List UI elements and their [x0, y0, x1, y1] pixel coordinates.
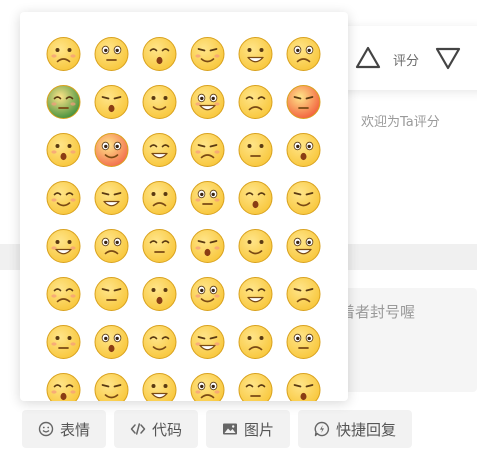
emoji-crying-hard[interactable] — [45, 179, 82, 216]
rating-label: 评分 — [393, 54, 420, 69]
emoji-button-label: 表情 — [59, 420, 90, 439]
emoji-worried[interactable] — [141, 275, 178, 312]
code-icon — [130, 423, 146, 435]
emoji-surprised[interactable] — [93, 35, 130, 72]
emoji-headband[interactable] — [45, 131, 82, 168]
emoji-peek[interactable] — [45, 371, 82, 401]
emoji-scared[interactable] — [93, 275, 130, 312]
emoji-shy[interactable] — [189, 83, 226, 120]
quick-reply-button[interactable]: 快捷回复 — [298, 410, 412, 448]
emoji-button[interactable]: 表情 — [22, 410, 106, 448]
emoji-doubt[interactable] — [45, 35, 82, 72]
emoji-dizzy[interactable] — [285, 179, 322, 216]
emoji-smile[interactable] — [189, 179, 226, 216]
emoji-bleeding[interactable] — [285, 371, 322, 401]
emoji-point[interactable] — [237, 179, 274, 216]
image-button[interactable]: 图片 — [206, 410, 290, 448]
emoji-shush[interactable] — [189, 227, 226, 264]
emoji-sad[interactable] — [45, 275, 82, 312]
emoji-soldier[interactable] — [45, 83, 82, 120]
emoji-heart-eyes[interactable] — [285, 323, 322, 360]
emoji-hidden[interactable] — [189, 371, 226, 401]
rate-down-icon[interactable] — [434, 44, 462, 72]
emoji-stare[interactable] — [237, 275, 274, 312]
emoji-upset[interactable] — [285, 275, 322, 312]
emoji-frustrated[interactable] — [141, 179, 178, 216]
emoji-cover-mouth[interactable] — [189, 35, 226, 72]
emoji-snot[interactable] — [237, 323, 274, 360]
rate-up-icon[interactable] — [354, 44, 382, 72]
emoji-laugh-cry[interactable] — [285, 227, 322, 264]
emoji-squint[interactable] — [237, 131, 274, 168]
emoji-sunglasses[interactable] — [141, 83, 178, 120]
emoji-furious[interactable] — [285, 83, 322, 120]
emoji-tongue[interactable] — [189, 323, 226, 360]
emoji-helpless[interactable] — [93, 323, 130, 360]
image-icon — [222, 423, 237, 435]
emoji-wink[interactable] — [141, 371, 178, 401]
emoji-smirk[interactable] — [141, 227, 178, 264]
emoji-think[interactable] — [45, 323, 82, 360]
emoji-panic[interactable] — [93, 371, 130, 401]
emoji-sly[interactable] — [237, 227, 274, 264]
emoji-panel — [20, 12, 348, 401]
emoji-pondering[interactable] — [237, 371, 274, 401]
emoji-pray[interactable] — [141, 131, 178, 168]
emoji-blush[interactable] — [285, 131, 322, 168]
quick-reply-icon — [314, 421, 330, 437]
emoji-pout[interactable] — [45, 227, 82, 264]
image-button-label: 图片 — [243, 420, 274, 439]
emoji-angry-hug[interactable] — [141, 35, 178, 72]
emoji-giggle[interactable] — [141, 323, 178, 360]
emoji-cheer[interactable] — [189, 275, 226, 312]
emoji-red-sweat[interactable] — [93, 131, 130, 168]
emoji-grin[interactable] — [285, 35, 322, 72]
quick-reply-button-label: 快捷回复 — [335, 420, 396, 439]
emoji-teeth[interactable] — [93, 179, 130, 216]
code-button-label: 代码 — [151, 420, 182, 439]
smile-icon — [38, 421, 54, 437]
comment-placeholder: 着者封号喔 — [340, 303, 416, 321]
code-button[interactable]: 代码 — [114, 410, 198, 448]
rating-hint: 欢迎为Ta评分 — [361, 115, 440, 130]
emoji-cry[interactable] — [93, 83, 130, 120]
emoji-big-eyes[interactable] — [189, 131, 226, 168]
emoji-shocked[interactable] — [237, 83, 274, 120]
emoji-confused[interactable] — [93, 227, 130, 264]
emoji-grid — [45, 35, 322, 401]
emoji-sweat[interactable] — [237, 35, 274, 72]
